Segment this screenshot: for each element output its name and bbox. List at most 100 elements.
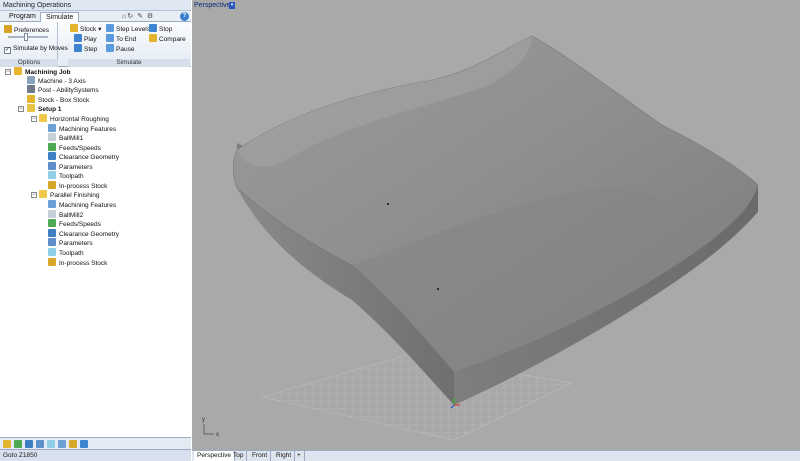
tree-node[interactable]: Machining Features xyxy=(48,200,116,209)
tree-node[interactable]: Toolpath xyxy=(48,171,84,180)
clearance-icon xyxy=(48,229,56,237)
tree-node[interactable]: Toolpath xyxy=(48,248,84,257)
machine-icon xyxy=(27,76,35,84)
step-button[interactable]: Step xyxy=(74,44,97,53)
wrench-icon[interactable]: ✎ xyxy=(137,13,144,20)
tree-node[interactable]: Parallel Finishing xyxy=(39,190,100,199)
tree-node[interactable]: In-process Stock xyxy=(48,181,107,190)
in-process-stock-icon xyxy=(48,181,56,189)
stock-icon xyxy=(70,24,78,32)
options-group: Preferences ✓ Simulate by Moves Options xyxy=(0,22,68,67)
step-icon xyxy=(74,44,82,52)
tab-simulate[interactable]: Simulate xyxy=(40,12,80,22)
simulate-by-moves-checkbox[interactable]: ✓ Simulate by Moves xyxy=(4,44,68,54)
tree-node[interactable]: BallMill1 xyxy=(48,133,83,142)
edit-icon[interactable] xyxy=(36,440,44,448)
generate-icon[interactable] xyxy=(25,440,33,448)
quick-tools: ⌂↻ ✎ ⚙ xyxy=(122,12,154,21)
post-icon[interactable] xyxy=(80,440,88,448)
collapse-toggle[interactable]: − xyxy=(5,69,11,75)
tree-node[interactable]: Post - AbilitySystems xyxy=(27,85,99,94)
tree-node[interactable]: In-process Stock xyxy=(48,258,107,267)
collapse-toggle[interactable]: − xyxy=(18,106,24,112)
speed-slider[interactable] xyxy=(8,33,48,41)
toolpath-icon xyxy=(48,171,56,179)
step-levels-button[interactable]: Step Levels xyxy=(106,24,150,33)
tree-node[interactable]: Parameters xyxy=(48,238,93,247)
setup-icon xyxy=(27,104,35,112)
machining-operations-panel: Machining Operations Program Simulate ⌂↻… xyxy=(0,0,191,461)
stock-icon xyxy=(27,95,35,103)
viewport-canvas[interactable]: x y xyxy=(192,0,800,450)
in-process-stock-icon xyxy=(48,258,56,266)
simulate-group-label: Simulate xyxy=(68,59,190,67)
tree-node[interactable]: Machining Features xyxy=(48,124,116,133)
simulate-group: Stock ▾ Play Step Step Levels To End Pau… xyxy=(68,22,190,67)
tree-node[interactable]: Stock - Box Stock xyxy=(27,95,89,104)
stock-button[interactable]: Stock ▾ xyxy=(70,24,101,33)
tree-node[interactable]: Horizontal Roughing xyxy=(39,114,109,123)
slider-thumb[interactable] xyxy=(24,33,28,41)
collapse-toggle[interactable]: − xyxy=(31,116,37,122)
viewport-title[interactable]: Perspective xyxy=(194,1,231,10)
compare-button[interactable]: Compare xyxy=(149,34,186,43)
viewport-tabs: Perspective Top Front Right + xyxy=(192,450,800,461)
stock-icon[interactable] xyxy=(69,440,77,448)
parameters-icon xyxy=(48,238,56,246)
play-icon xyxy=(74,34,82,42)
preferences-icon xyxy=(4,25,12,33)
tree-node[interactable]: Clearance Geometry xyxy=(48,229,119,238)
perspective-viewport[interactable]: x y Perspective ▾ xyxy=(192,0,800,450)
add-setup-icon[interactable] xyxy=(3,440,11,448)
pause-icon xyxy=(106,44,114,52)
axis-x-label: x xyxy=(216,432,219,438)
viewport-menu-icon[interactable]: ▾ xyxy=(229,2,235,9)
machined-part[interactable] xyxy=(232,35,759,409)
tab-right[interactable]: Right xyxy=(273,451,296,461)
tree-node[interactable]: Feeds/Speeds xyxy=(48,143,101,152)
tool-icon xyxy=(48,210,56,218)
point-marker[interactable] xyxy=(437,288,439,290)
features-icon xyxy=(48,200,56,208)
parameters-icon xyxy=(48,162,56,170)
tree-node[interactable]: Feeds/Speeds xyxy=(48,219,101,228)
compare-icon xyxy=(149,34,157,42)
axis-y-label: y xyxy=(202,417,205,423)
feeds-icon xyxy=(48,143,56,151)
refresh-icon[interactable]: ↻ xyxy=(127,13,134,20)
play-button[interactable]: Play xyxy=(74,34,97,43)
features-icon xyxy=(48,124,56,132)
toolpath-icon xyxy=(48,248,56,256)
tab-top[interactable]: Top xyxy=(230,451,248,461)
tree-node[interactable]: Setup 1 xyxy=(27,104,61,113)
tab-program[interactable]: Program xyxy=(4,12,41,22)
feeds-icon xyxy=(48,219,56,227)
add-viewport-tab[interactable]: + xyxy=(294,451,305,461)
tree-node[interactable]: Machine - 3 Axis xyxy=(27,76,86,85)
settings-icon[interactable]: ⚙ xyxy=(147,13,154,20)
tree-node[interactable]: Machining Job xyxy=(14,67,71,76)
checkbox-icon[interactable]: ✓ xyxy=(4,47,11,54)
tab-perspective[interactable]: Perspective xyxy=(194,451,235,461)
status-bar: Goto Z1850 xyxy=(0,449,191,461)
toolpath-icon[interactable] xyxy=(47,440,55,448)
tool-icon xyxy=(48,133,56,141)
to-end-button[interactable]: To End xyxy=(106,34,136,43)
add-operation-icon[interactable] xyxy=(14,440,22,448)
folder-icon xyxy=(39,190,47,198)
stop-button[interactable]: Stop xyxy=(149,24,172,33)
point-marker[interactable] xyxy=(387,203,389,205)
tree-node[interactable]: Parameters xyxy=(48,162,93,171)
collapse-toggle[interactable]: − xyxy=(31,192,37,198)
tree-node[interactable]: Clearance Geometry xyxy=(48,152,119,161)
options-group-label: Options xyxy=(0,59,58,67)
job-icon xyxy=(14,67,22,75)
tree-node[interactable]: BallMill2 xyxy=(48,210,83,219)
help-icon[interactable]: ? xyxy=(180,12,189,21)
axis-indicator: x y xyxy=(202,417,219,438)
step-levels-icon xyxy=(106,24,114,32)
tab-front[interactable]: Front xyxy=(249,451,272,461)
ribbon: Preferences ✓ Simulate by Moves Options S… xyxy=(0,22,191,67)
pause-button[interactable]: Pause xyxy=(106,44,134,53)
simulate-icon[interactable] xyxy=(58,440,66,448)
